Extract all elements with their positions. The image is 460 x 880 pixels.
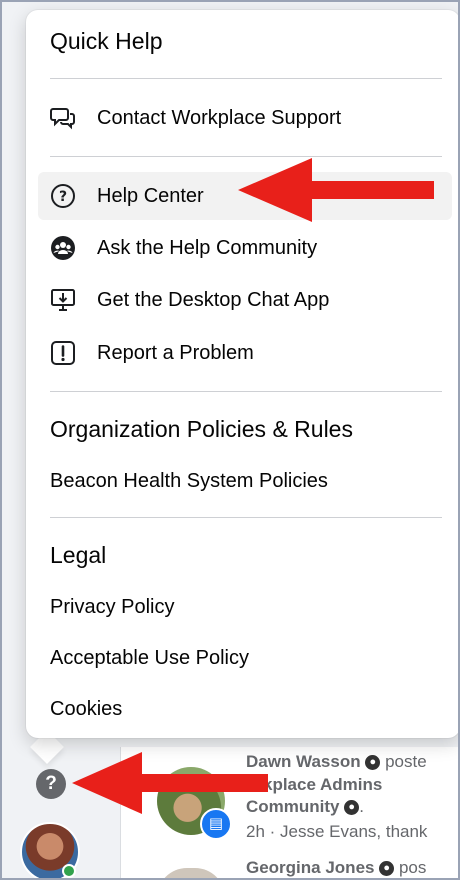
globe-icon: ● bbox=[365, 755, 381, 771]
menu-item-label: Ask the Help Community bbox=[97, 236, 318, 259]
svg-text:?: ? bbox=[59, 189, 67, 205]
question-circle-icon: ? bbox=[50, 183, 76, 209]
link-acceptable-use[interactable]: Acceptable Use Policy bbox=[50, 647, 249, 670]
post-author-name-2[interactable]: Georgina Jones bbox=[246, 858, 374, 877]
divider bbox=[50, 391, 442, 392]
exclamation-box-icon bbox=[50, 340, 76, 366]
org-policies-title: Organization Policies & Rules bbox=[50, 416, 353, 442]
divider bbox=[50, 78, 442, 79]
menu-item-contact-support[interactable]: Contact Workplace Support bbox=[38, 94, 452, 142]
divider bbox=[50, 517, 442, 518]
chat-bubbles-icon bbox=[50, 105, 76, 131]
menu-item-help-community[interactable]: Ask the Help Community bbox=[38, 224, 452, 272]
app-window: ? ▤ Dawn Wasson ● poste orkplace Admins … bbox=[0, 0, 460, 880]
menu-item-label: Report a Problem bbox=[97, 341, 254, 364]
globe-icon: ● bbox=[379, 861, 395, 877]
link-beacon-policies[interactable]: Beacon Health System Policies bbox=[50, 470, 328, 493]
online-status-icon bbox=[62, 864, 76, 878]
arrow-annotation-help-center bbox=[238, 158, 434, 222]
link-privacy-policy[interactable]: Privacy Policy bbox=[50, 596, 174, 619]
menu-item-label: Help Center bbox=[97, 184, 204, 207]
post-header-2: Georgina Jones ● pos bbox=[246, 858, 426, 878]
arrow-annotation-help-button bbox=[72, 752, 268, 814]
link-cookies[interactable]: Cookies bbox=[50, 698, 122, 721]
post-action-2: pos bbox=[398, 858, 427, 877]
legal-title: Legal bbox=[50, 542, 107, 568]
menu-item-report-problem[interactable]: Report a Problem bbox=[38, 329, 452, 377]
desktop-download-icon bbox=[50, 287, 76, 313]
menu-item-label: Contact Workplace Support bbox=[97, 106, 342, 129]
post-action: poste bbox=[385, 752, 427, 771]
globe-icon: ● bbox=[344, 800, 360, 816]
menu-item-desktop-app[interactable]: Get the Desktop Chat App bbox=[38, 276, 452, 324]
post-meta: 2h · Jesse Evans, thank bbox=[246, 822, 428, 841]
quick-help-menu: Quick Help Contact Workplace Support ? H… bbox=[26, 10, 458, 738]
menu-item-label: Get the Desktop Chat App bbox=[97, 288, 330, 311]
community-icon bbox=[50, 235, 76, 261]
post-header: Dawn Wasson ● poste bbox=[246, 752, 427, 772]
quick-help-title: Quick Help bbox=[50, 28, 163, 54]
help-button[interactable]: ? bbox=[36, 769, 66, 799]
